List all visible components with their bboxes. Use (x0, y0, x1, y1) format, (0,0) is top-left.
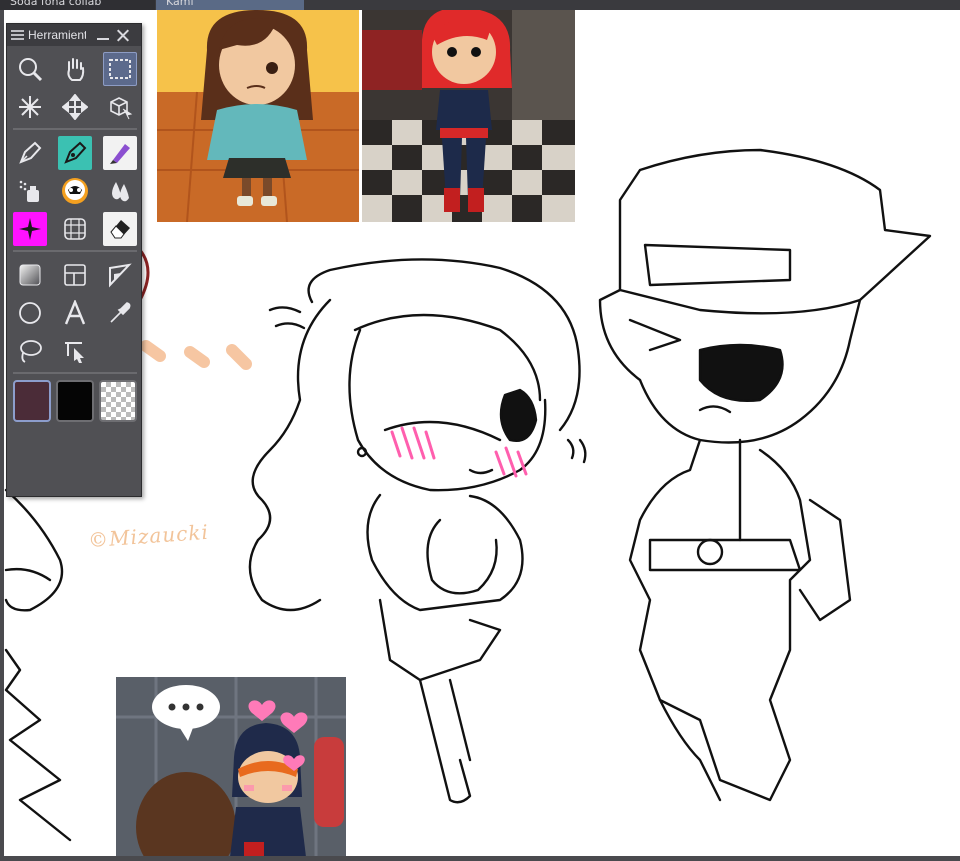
correct-line-icon (65, 342, 84, 363)
object-icon (110, 97, 133, 120)
ruler-tool[interactable] (103, 258, 137, 292)
close-icon[interactable] (116, 28, 130, 42)
reference-image-scene (116, 677, 346, 857)
sparkle-icon (19, 218, 41, 240)
perspective-tool[interactable] (58, 212, 92, 246)
gradient-icon (19, 264, 41, 286)
eraser-tool[interactable] (103, 212, 137, 246)
eyedropper-icon (110, 302, 131, 323)
auto-select-icon (19, 96, 41, 118)
palette-title: Herramientas (28, 28, 86, 42)
marker-icon (64, 141, 87, 164)
pen-tool[interactable] (13, 136, 47, 170)
airbrush-icon (19, 180, 39, 202)
brush-tool[interactable] (103, 136, 137, 170)
decoration-tool[interactable] (58, 174, 92, 208)
selection-tool[interactable] (103, 52, 137, 86)
marker-tool[interactable] (58, 136, 92, 170)
document-tab-active[interactable]: Kami (156, 0, 304, 10)
lasso-tool[interactable] (13, 334, 47, 368)
auto-select-tool[interactable] (13, 90, 47, 124)
move-tool[interactable] (58, 90, 92, 124)
correct-line-tool[interactable] (58, 334, 92, 368)
eyedropper-tool[interactable] (103, 296, 137, 330)
canvas-bottom-edge (0, 856, 960, 861)
move-icon (62, 94, 88, 120)
reference-image-redhead (362, 10, 575, 222)
sparkle-tool[interactable] (13, 212, 47, 246)
palette-divider (13, 372, 137, 374)
perspective-icon (64, 218, 86, 240)
airbrush-tool[interactable] (13, 174, 47, 208)
main-color-swatch[interactable] (13, 380, 51, 422)
color-swatches (13, 380, 137, 422)
reference-image-girl (157, 10, 359, 222)
tool-palette[interactable]: Herramientas (6, 23, 142, 497)
gradient-tool[interactable] (13, 258, 47, 292)
object-tool[interactable] (103, 90, 137, 124)
document-tab[interactable]: Soda fona collab (0, 0, 155, 10)
blend-icon (112, 182, 129, 202)
brush-icon (110, 144, 130, 164)
palette-divider (13, 250, 137, 252)
palette-divider (13, 128, 137, 130)
text-icon (64, 300, 86, 325)
text-tool[interactable] (58, 296, 92, 330)
zoom-icon (19, 58, 43, 82)
palette-header[interactable]: Herramientas (7, 24, 141, 46)
frame-tool[interactable] (58, 258, 92, 292)
minimize-icon[interactable] (96, 28, 110, 42)
hand-icon (67, 58, 85, 81)
hand-tool[interactable] (58, 52, 92, 86)
lasso-icon (20, 340, 42, 363)
figure-tool[interactable] (13, 296, 47, 330)
figure-icon (19, 302, 41, 324)
selection-icon (109, 59, 131, 79)
blend-tool[interactable] (103, 174, 137, 208)
eraser-icon (110, 220, 130, 239)
grip-icon[interactable] (11, 30, 24, 40)
pen-icon (19, 141, 42, 164)
zoom-tool[interactable] (13, 52, 47, 86)
sub-color-swatch[interactable] (56, 380, 94, 422)
transparent-color-swatch[interactable] (99, 380, 137, 422)
ruler-icon (109, 263, 132, 288)
decoration-icon (62, 178, 88, 204)
document-tab-bar: Soda fona collab Kami (0, 0, 960, 10)
frame-icon (64, 264, 86, 286)
